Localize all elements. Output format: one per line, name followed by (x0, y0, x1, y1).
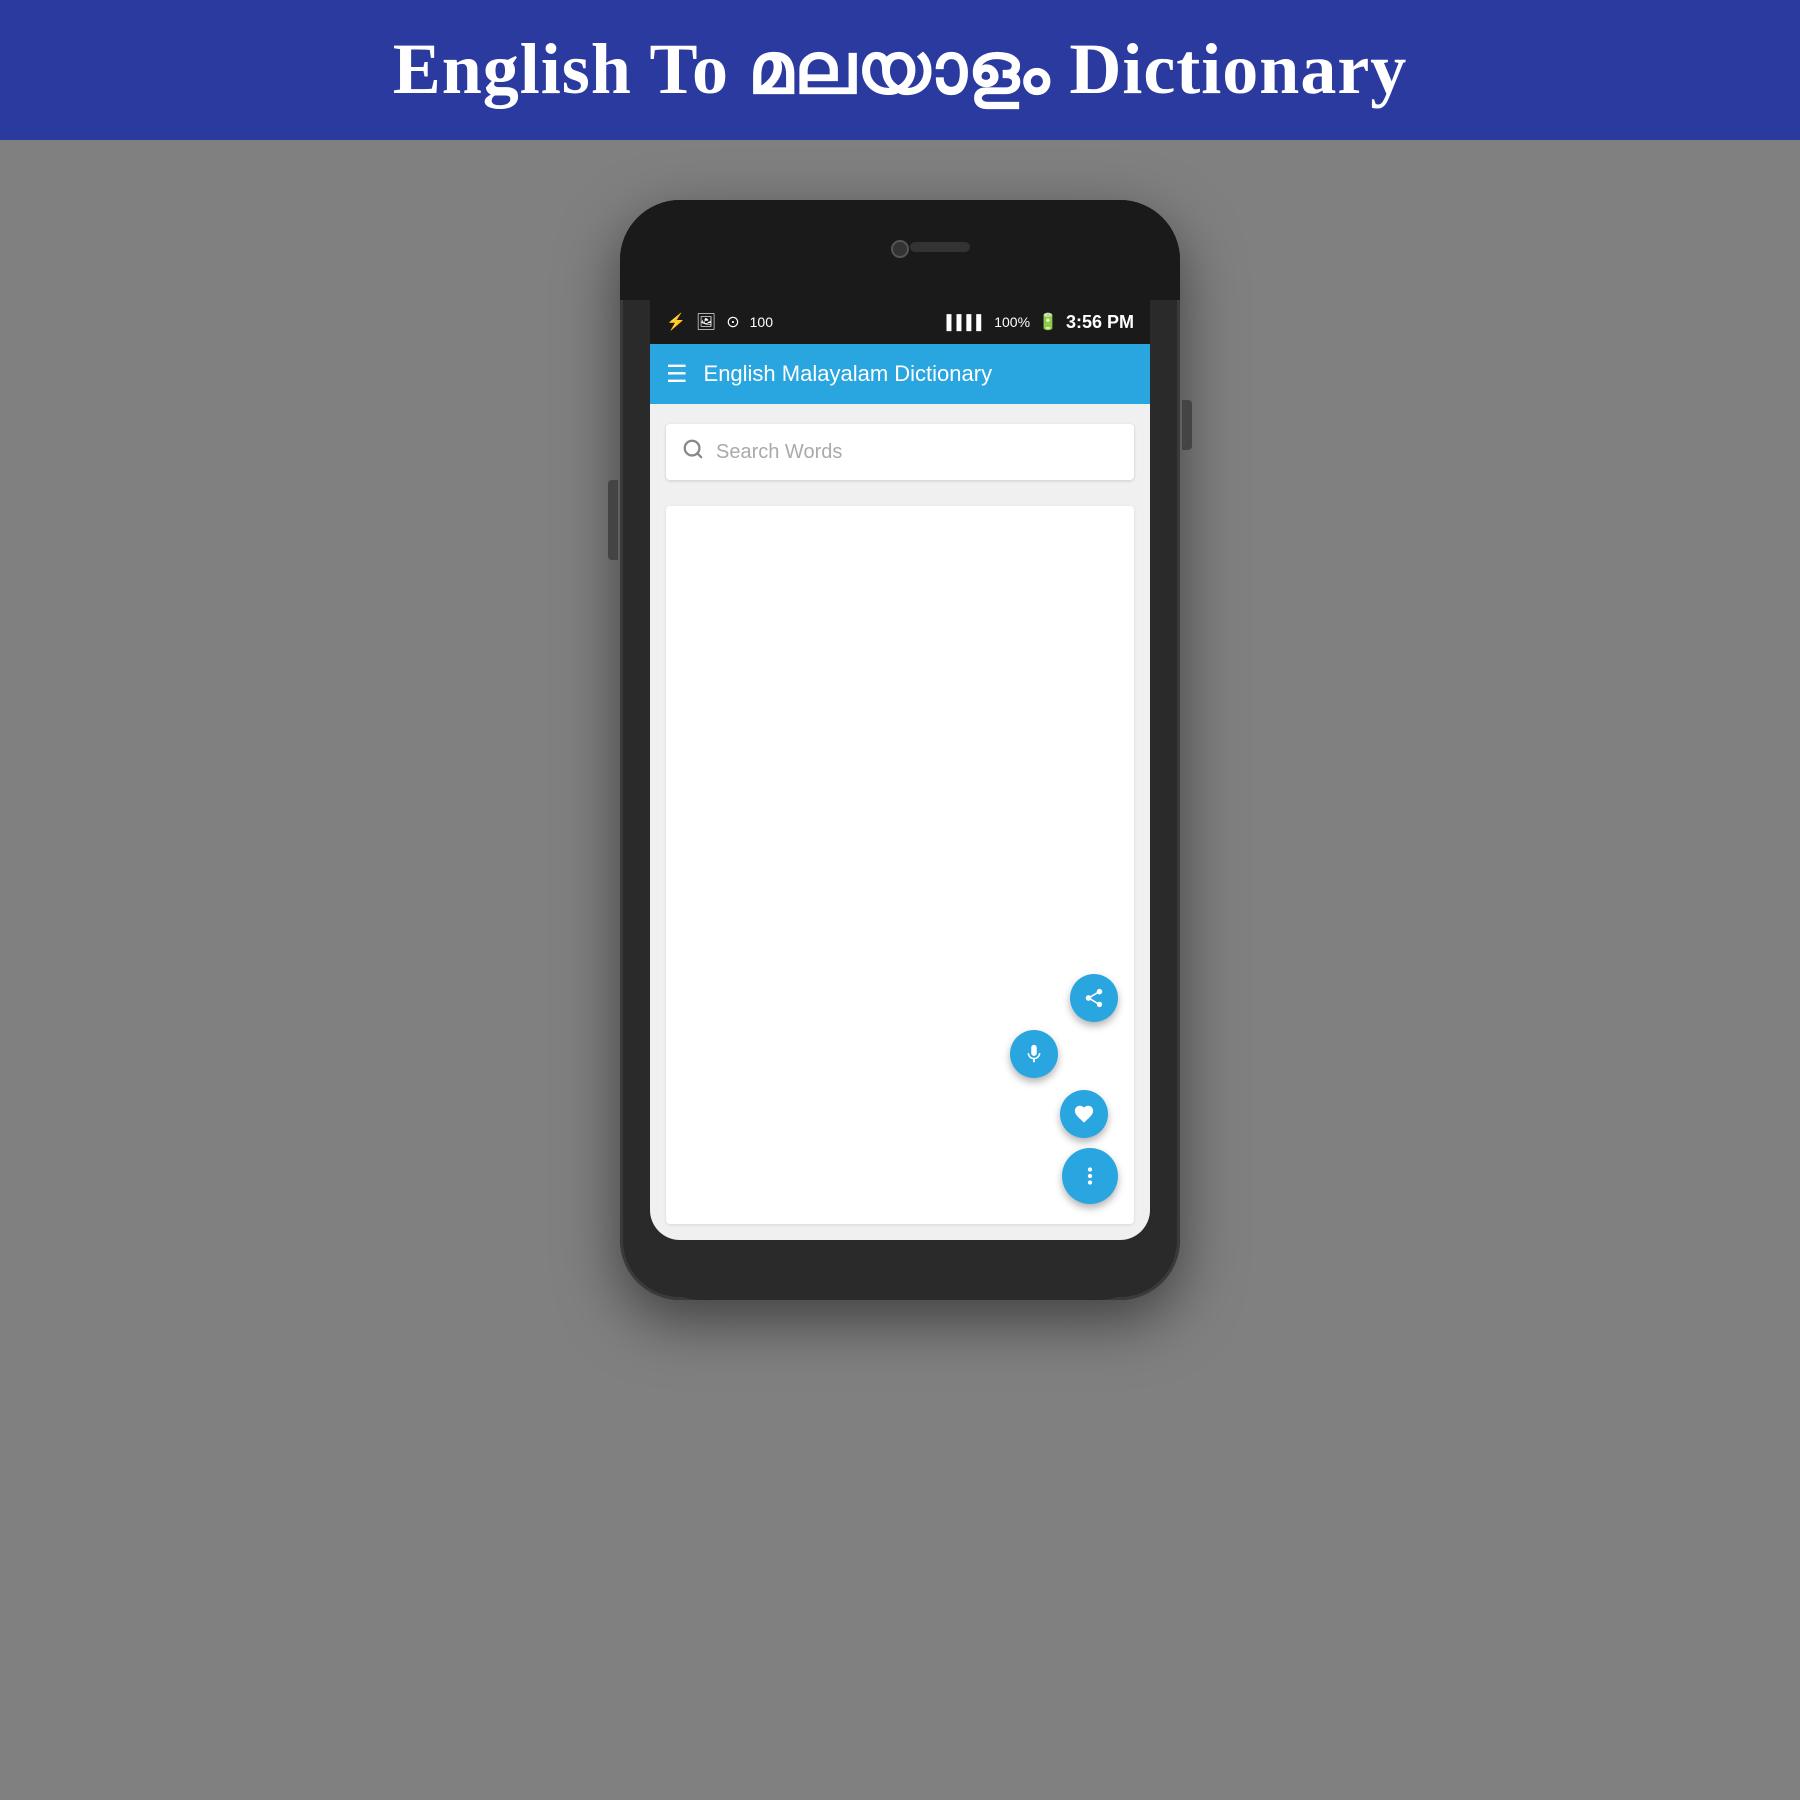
battery-icon-small: 100 (750, 314, 773, 330)
battery-percentage: 100% (994, 314, 1030, 330)
hamburger-menu-icon[interactable]: ☰ (666, 360, 688, 389)
notification-icon: ⊙ (726, 312, 739, 332)
phone-top (620, 200, 1180, 300)
status-left-icons: ⚡ 🖼 ⊙ 100 (666, 312, 773, 332)
signal-bars: ▌▌▌▌ (947, 314, 987, 330)
volume-button (608, 480, 618, 560)
search-icon (682, 438, 704, 466)
mic-fab-button[interactable] (1010, 1030, 1058, 1078)
content-area (666, 506, 1134, 1224)
fab-container (1010, 974, 1118, 1204)
power-button (1182, 400, 1192, 450)
camera (891, 240, 909, 258)
search-container: Search Words (650, 404, 1150, 490)
usb-icon: ⚡ (666, 312, 686, 332)
phone-bottom (650, 1240, 1150, 1300)
battery-icon: 🔋 (1038, 312, 1058, 332)
status-bar: ⚡ 🖼 ⊙ 100 ▌▌▌▌ 100% 🔋 3:56 PM (650, 300, 1150, 344)
speaker (910, 242, 970, 252)
app-toolbar: ☰ English Malayalam Dictionary (650, 344, 1150, 404)
phone-mockup: ⚡ 🖼 ⊙ 100 ▌▌▌▌ 100% 🔋 3:56 PM ☰ E (620, 200, 1180, 1300)
toolbar-title: English Malayalam Dictionary (704, 361, 993, 387)
phone-screen: ⚡ 🖼 ⊙ 100 ▌▌▌▌ 100% 🔋 3:56 PM ☰ E (650, 300, 1150, 1240)
status-right: ▌▌▌▌ 100% 🔋 3:56 PM (947, 312, 1134, 333)
search-box[interactable]: Search Words (666, 424, 1134, 480)
favorite-fab-button[interactable] (1060, 1090, 1108, 1138)
search-placeholder[interactable]: Search Words (716, 441, 842, 464)
share-fab-button[interactable] (1070, 974, 1118, 1022)
background-area: ⚡ 🖼 ⊙ 100 ▌▌▌▌ 100% 🔋 3:56 PM ☰ E (0, 140, 1800, 1800)
banner-title: English To മലയാളം Dictionary (393, 28, 1408, 112)
clock: 3:56 PM (1066, 312, 1134, 333)
photo-icon: 🖼 (696, 312, 716, 332)
more-options-fab-button[interactable] (1062, 1148, 1118, 1204)
top-banner: English To മലയാളം Dictionary (0, 0, 1800, 140)
